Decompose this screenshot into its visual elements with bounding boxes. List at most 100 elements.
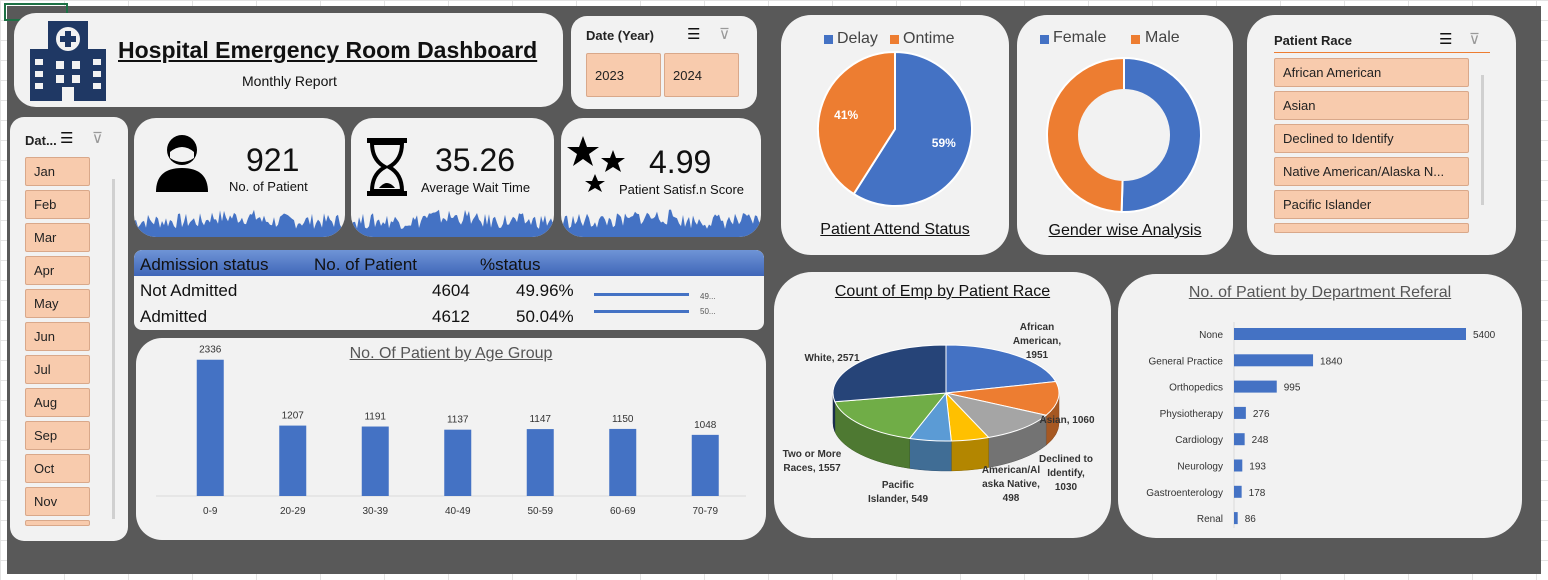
race-item[interactable]: Asian — [1274, 91, 1469, 120]
multi-select-icon[interactable]: ☰ — [687, 25, 700, 43]
kpi-patients-label: No. of Patient — [229, 179, 308, 194]
year-item-2024[interactable]: 2024 — [664, 53, 739, 97]
race-item[interactable]: African American — [1274, 58, 1469, 87]
dept-bar-value: 178 — [1249, 488, 1266, 499]
race-item[interactable]: Pacific Islander — [1274, 190, 1469, 219]
kpi-patients: 921 No. of Patient — [134, 118, 345, 237]
month-item[interactable]: Jun — [25, 322, 90, 351]
dept-tick-label: None — [1199, 330, 1223, 341]
race-data-label: American/Al aska Native, 498 — [982, 465, 1041, 504]
multi-select-icon[interactable]: ☰ — [1439, 30, 1452, 48]
race-item[interactable]: Declined to Identify — [1274, 124, 1469, 153]
age-bar[interactable] — [609, 428, 637, 496]
sparkline-area — [561, 209, 761, 237]
header-panel: Hospital Emergency Room Dashboard Monthl… — [14, 13, 563, 107]
admission-row-bar-label: 50... — [700, 307, 716, 316]
admission-header-pct: %status — [480, 255, 541, 274]
admission-row-bar-label: 49... — [700, 292, 716, 301]
year-slicer: Date (Year) ☰ ⊽ 2023 2024 — [571, 16, 757, 109]
dept-tick-label: Renal — [1197, 514, 1223, 525]
age-bar[interactable] — [361, 426, 389, 496]
race-slice-side — [909, 438, 952, 472]
dept-bar[interactable] — [1234, 380, 1277, 393]
month-item[interactable]: May — [25, 289, 90, 318]
admission-table: Admission status No. of Patient %status … — [134, 250, 764, 330]
month-slicer-title: Dat... — [25, 133, 57, 148]
dept-tick-label: General Practice — [1149, 356, 1224, 367]
admission-row-status: Admitted — [140, 307, 208, 326]
sparkline-area — [351, 209, 554, 237]
dept-bar-value: 86 — [1245, 514, 1257, 525]
month-slicer-scrollbar[interactable] — [112, 179, 115, 519]
age-tick-label: 30-39 — [362, 506, 388, 517]
kpi-satisfaction: 4.99 Patient Satisf.n Score — [561, 118, 761, 237]
age-tick-label: 0-9 — [203, 506, 218, 517]
clear-filter-icon[interactable]: ⊽ — [92, 129, 103, 147]
month-slicer: Dat... ☰ ⊽ Jan Feb Mar Apr May Jun Jul Aug Sep Oc… — [10, 117, 128, 541]
month-item-partial[interactable] — [25, 520, 90, 526]
admission-header-count: No. of Patient — [314, 255, 418, 274]
age-bar[interactable] — [279, 425, 307, 496]
age-bar[interactable] — [444, 429, 472, 496]
age-tick-label: 50-59 — [527, 506, 553, 517]
month-item[interactable]: Jul — [25, 355, 90, 384]
person-icon — [156, 135, 208, 192]
attend-slice-label: 59% — [932, 136, 956, 150]
admission-header-status: Admission status — [140, 255, 269, 274]
dept-tick-label: Orthopedics — [1169, 383, 1223, 394]
clear-filter-icon[interactable]: ⊽ — [1469, 30, 1480, 48]
month-item[interactable]: Aug — [25, 388, 90, 417]
age-bar-value: 2336 — [199, 345, 222, 356]
multi-select-icon[interactable]: ☰ — [60, 129, 73, 147]
age-bar[interactable] — [691, 434, 719, 496]
kpi-wait-label: Average Wait Time — [421, 180, 531, 195]
admission-row-pct: 50.04% — [516, 307, 574, 326]
dept-tick-label: Neurology — [1177, 462, 1223, 473]
dept-bar[interactable] — [1234, 354, 1314, 367]
attend-pie: 59% 41% — [817, 50, 973, 207]
clear-filter-icon[interactable]: ⊽ — [719, 25, 730, 43]
doughnut-hole — [1078, 89, 1170, 181]
month-item[interactable]: Jan — [25, 157, 90, 186]
age-bar[interactable] — [526, 429, 554, 496]
dept-bar[interactable] — [1234, 406, 1246, 419]
admission-row-count: 4612 — [432, 307, 470, 326]
month-item[interactable]: Apr — [25, 256, 90, 285]
age-bar-value: 1207 — [282, 411, 305, 422]
race-slicer-title: Patient Race — [1274, 33, 1353, 48]
year-item-2023[interactable]: 2023 — [586, 53, 661, 97]
month-item[interactable]: Mar — [25, 223, 90, 252]
admission-row-bar — [594, 293, 689, 296]
kpi-sparkline — [351, 209, 554, 237]
dept-bar[interactable] — [1234, 512, 1238, 525]
race-item[interactable]: Native American/Alaska N... — [1274, 157, 1469, 186]
admission-row-status: Not Admitted — [140, 281, 238, 300]
year-slicer-title: Date (Year) — [586, 28, 654, 43]
age-tick-label: 20-29 — [280, 506, 306, 517]
dept-bar[interactable] — [1234, 459, 1243, 472]
month-item[interactable]: Nov — [25, 487, 90, 516]
month-item[interactable]: Sep — [25, 421, 90, 450]
dept-bar[interactable] — [1234, 328, 1466, 340]
kpi-score-value: 4.99 — [649, 144, 712, 180]
age-bar[interactable] — [196, 359, 224, 496]
race-slicer: Patient Race ☰ ⊽ African American Asian De… — [1247, 15, 1516, 255]
race-slicer-scrollbar[interactable] — [1481, 75, 1484, 205]
age-tick-label: 70-79 — [692, 506, 718, 517]
dashboard-subtitle: Monthly Report — [242, 73, 337, 89]
kpi-patients-value: 921 — [246, 142, 300, 178]
dept-bar[interactable] — [1234, 433, 1245, 446]
dept-bar[interactable] — [1234, 485, 1242, 498]
admission-row-count: 4604 — [432, 281, 470, 300]
race-slicer-divider — [1274, 52, 1490, 53]
dashboard-title: Hospital Emergency Room Dashboard — [118, 37, 538, 63]
month-item[interactable]: Feb — [25, 190, 90, 219]
age-chart-plot: 2336 0-9 1207 20-29 1191 30-39 1137 40-49 1147 50… — [156, 345, 746, 517]
kpi-sparkline — [134, 209, 345, 237]
kpi-sparkline — [561, 209, 761, 237]
race-item-partial[interactable] — [1274, 223, 1469, 233]
dept-bar-value: 193 — [1249, 462, 1266, 473]
month-item[interactable]: Oct — [25, 454, 90, 483]
sparkline-area — [134, 209, 345, 237]
gender-chart: Female Male Gender wise Analysis — [1017, 15, 1233, 255]
